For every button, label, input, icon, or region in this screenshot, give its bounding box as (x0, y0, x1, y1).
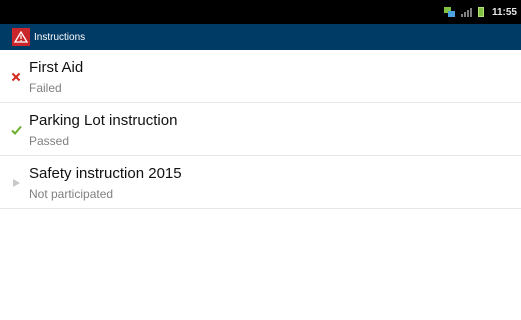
item-status: Failed (29, 81, 62, 95)
page-title: Instructions (34, 31, 86, 43)
check-icon (10, 124, 22, 136)
item-status: Not participated (29, 187, 114, 201)
list-item-first-aid[interactable]: First Aid Failed (0, 50, 521, 103)
status-bar: 11:55 (0, 0, 521, 24)
item-title: Parking Lot instruction (29, 112, 178, 129)
action-bar: Instructions (0, 24, 521, 50)
play-arrow-icon (10, 177, 22, 189)
warning-triangle-icon[interactable] (12, 28, 30, 46)
list-item-parking-lot[interactable]: Parking Lot instruction Passed (0, 103, 521, 156)
item-title: First Aid (29, 59, 84, 76)
list-item-safety-2015[interactable]: Safety instruction 2015 Not participated (0, 156, 521, 209)
status-time: 11:55 (491, 6, 517, 18)
battery-icon (477, 7, 484, 17)
cross-icon (10, 71, 22, 83)
sync-icon (443, 7, 455, 17)
item-title: Safety instruction 2015 (29, 165, 182, 182)
instruction-list: First Aid Failed Parking Lot instruction… (0, 50, 521, 209)
item-status: Passed (29, 134, 70, 148)
signal-icon (460, 7, 472, 17)
